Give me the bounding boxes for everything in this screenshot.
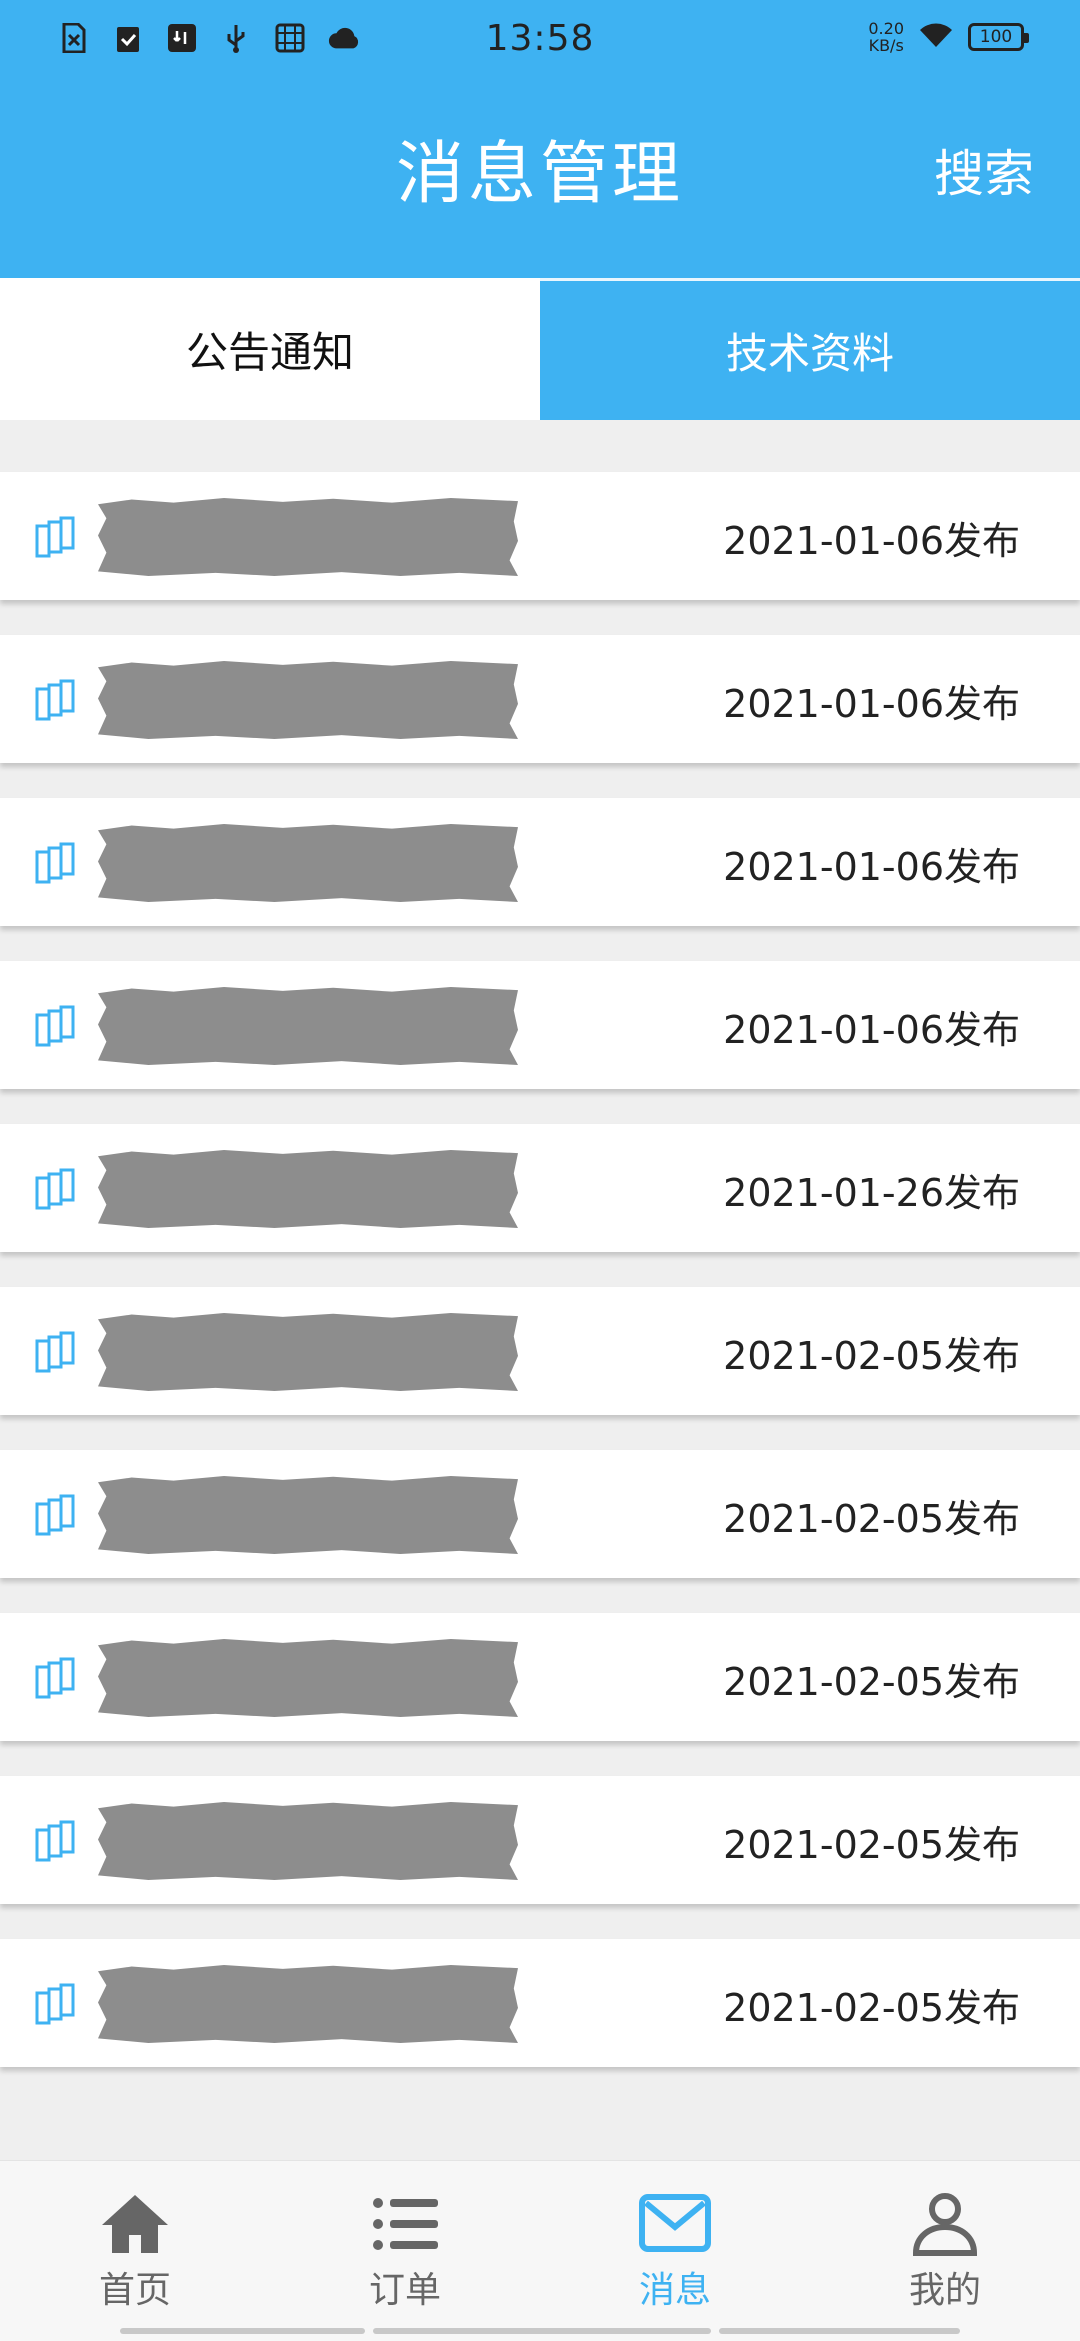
publish-date: 2021-02-05发布 (723, 1497, 1020, 1541)
mail-icon (639, 2194, 711, 2252)
battery-indicator: 100 (968, 23, 1029, 51)
status-right: 0.20 KB/s 100 (868, 20, 1029, 54)
list-item[interactable]: 2021-02-05发布 (0, 1613, 1080, 1741)
gesture-bar (120, 2328, 960, 2334)
nav-label: 首页 (98, 2270, 171, 2311)
page-title: 消息管理 (395, 135, 684, 214)
document-icon (34, 1655, 76, 1701)
publish-date: 2021-02-05发布 (723, 1823, 1020, 1867)
nav-profile[interactable]: 我的 (810, 2161, 1080, 2341)
gesture-segment (120, 2328, 365, 2334)
publish-date: 2021-02-05发布 (723, 1334, 1020, 1378)
redacted-title (98, 1639, 518, 1717)
gesture-segment (719, 2328, 960, 2334)
document-icon (34, 1329, 76, 1375)
home-icon (102, 2195, 168, 2253)
list-item[interactable]: 2021-01-06发布 (0, 798, 1080, 926)
publish-date: 2021-01-06发布 (723, 682, 1020, 726)
battery-level: 100 (979, 27, 1013, 47)
document-icon (34, 677, 76, 723)
nav-messages[interactable]: 消息 (540, 2161, 810, 2341)
redacted-title (98, 498, 518, 576)
document-icon (34, 1166, 76, 1212)
speed-value: 0.20 (868, 19, 904, 38)
list-item[interactable]: 2021-02-05发布 (0, 1450, 1080, 1578)
gesture-segment (373, 2328, 711, 2334)
list-item[interactable]: 2021-02-05发布 (0, 1776, 1080, 1904)
redacted-title (98, 1802, 518, 1880)
nav-label: 订单 (368, 2270, 441, 2311)
message-list: 2021-01-06发布 2021-01-06发布 2021-01-06发布 2… (0, 472, 1080, 2102)
redacted-title (98, 1476, 518, 1554)
tab-bar: 公告通知 技术资料 (0, 278, 1080, 420)
list-item[interactable]: 2021-02-05发布 (0, 1939, 1080, 2067)
publish-date: 2021-02-05发布 (723, 1986, 1020, 2030)
speed-unit: KB/s (868, 36, 904, 55)
list-item[interactable]: 2021-02-05发布 (0, 1287, 1080, 1415)
app-header: 13:58 0.20 KB/s 100 消息管理 搜索 (0, 0, 1080, 278)
tab-label: 技术资料 (725, 329, 894, 378)
publish-date: 2021-01-26发布 (723, 1171, 1020, 1215)
list-item[interactable]: 2021-01-06发布 (0, 472, 1080, 600)
document-icon (34, 1981, 76, 2027)
list-item[interactable]: 2021-01-06发布 (0, 635, 1080, 763)
search-button[interactable]: 搜索 (934, 134, 1034, 206)
redacted-title (98, 1150, 518, 1228)
document-icon (34, 1818, 76, 1864)
network-speed: 0.20 KB/s (868, 20, 904, 54)
person-icon (912, 2193, 978, 2256)
list-item[interactable]: 2021-01-26发布 (0, 1124, 1080, 1252)
publish-date: 2021-01-06发布 (723, 519, 1020, 563)
tab-label: 公告通知 (185, 327, 354, 377)
wifi-icon (918, 21, 954, 53)
redacted-title (98, 987, 518, 1065)
redacted-title (98, 1313, 518, 1391)
document-icon (34, 514, 76, 560)
list-icon (373, 2198, 438, 2250)
tab-announcements[interactable]: 公告通知 (0, 278, 540, 420)
nav-home[interactable]: 首页 (0, 2161, 270, 2341)
publish-date: 2021-01-06发布 (723, 1008, 1020, 1052)
redacted-title (98, 1965, 518, 2043)
nav-label: 我的 (908, 2270, 981, 2311)
nav-orders[interactable]: 订单 (270, 2161, 540, 2341)
list-item[interactable]: 2021-01-06发布 (0, 961, 1080, 1089)
document-icon (34, 840, 76, 886)
tab-technical-docs[interactable]: 技术资料 (540, 278, 1080, 420)
document-icon (34, 1003, 76, 1049)
nav-label: 消息 (638, 2270, 711, 2311)
publish-date: 2021-02-05发布 (723, 1660, 1020, 1704)
document-icon (34, 1492, 76, 1538)
publish-date: 2021-01-06发布 (723, 845, 1020, 889)
redacted-title (98, 824, 518, 902)
redacted-title (98, 661, 518, 739)
bottom-navigation: 首页 订单 消息 我的 (0, 2160, 1080, 2341)
status-bar: 13:58 0.20 KB/s 100 (0, 0, 1080, 86)
